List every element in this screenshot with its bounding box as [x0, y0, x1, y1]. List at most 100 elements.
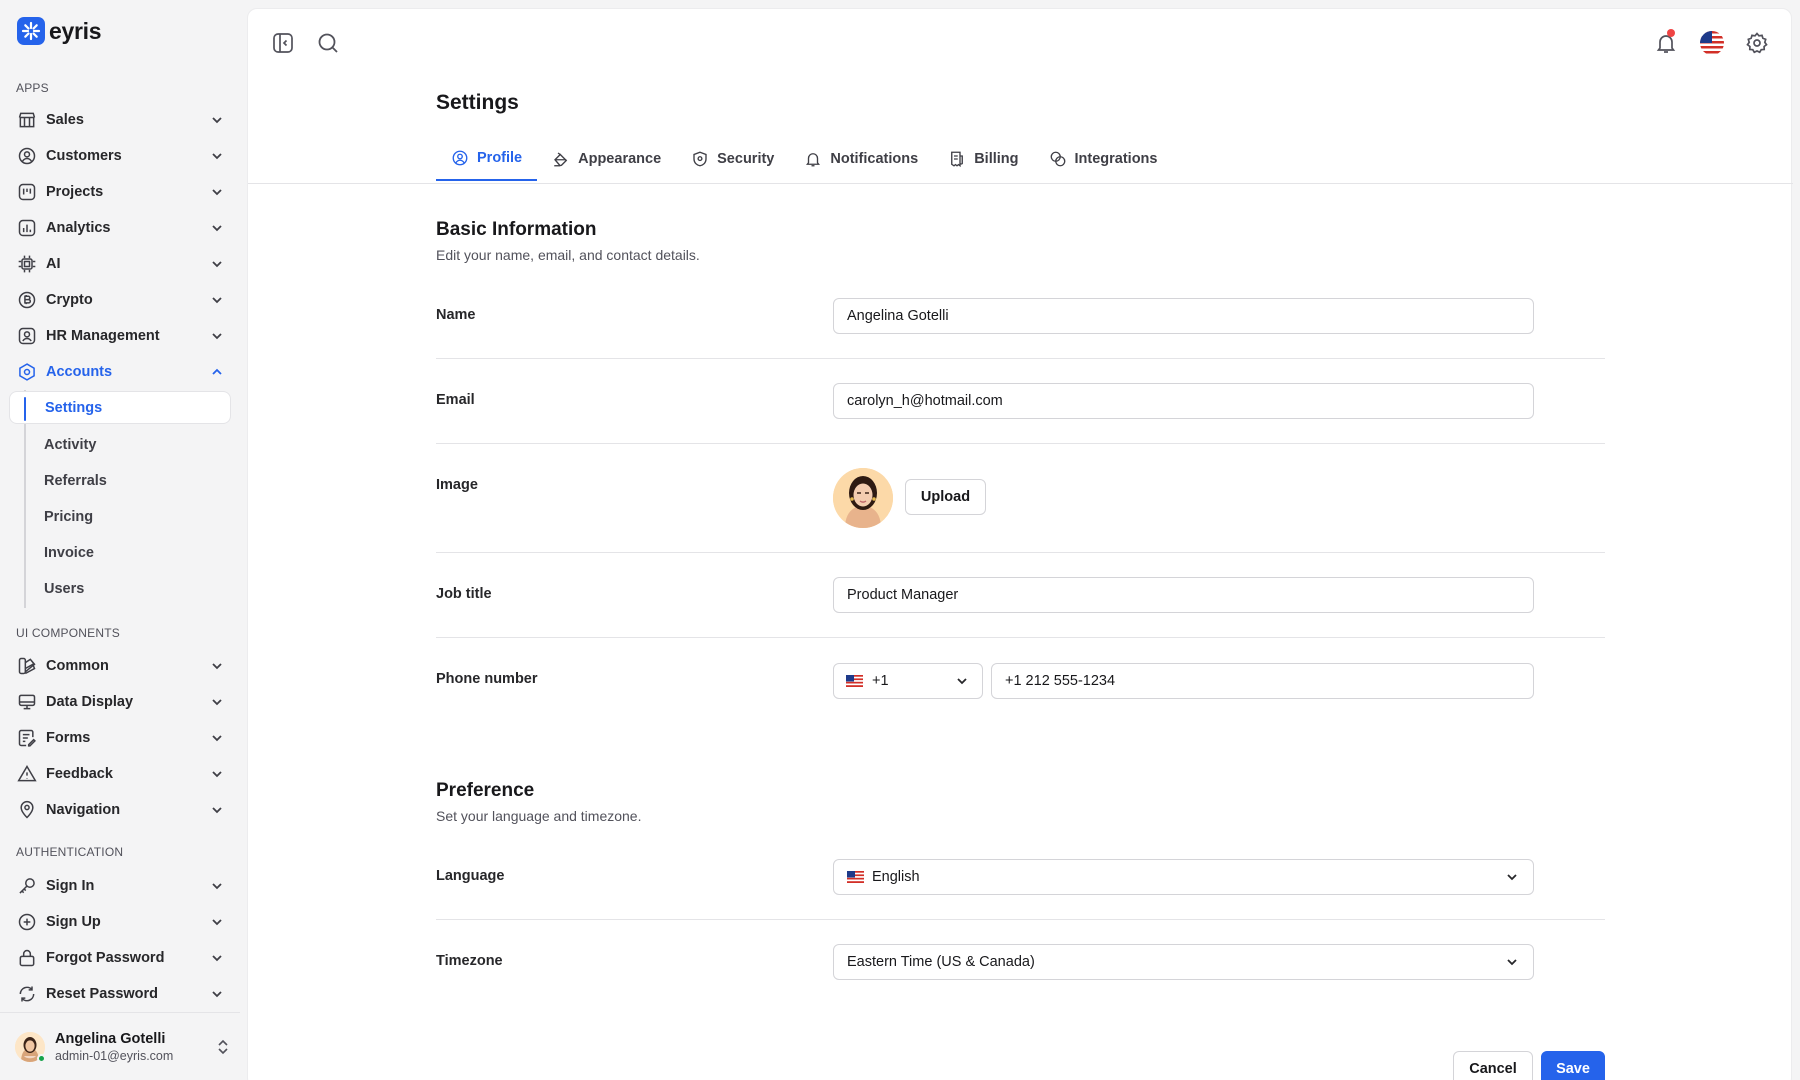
section-title-authentication: AUTHENTICATION — [16, 845, 124, 859]
language-value: English — [872, 869, 920, 885]
sidebar-item-reset-password[interactable]: Reset Password — [9, 978, 231, 1010]
tabs-divider — [248, 183, 1793, 184]
language-select[interactable]: English — [833, 859, 1534, 895]
sidebar-item-forms[interactable]: Forms — [9, 722, 231, 754]
sidebar-item-navigation[interactable]: Navigation — [9, 794, 231, 826]
country-code-value: +1 — [872, 673, 889, 689]
email-field[interactable]: carolyn_h@hotmail.com — [833, 383, 1534, 419]
tab-integrations[interactable]: Integrations — [1034, 137, 1173, 181]
job-title-field[interactable]: Product Manager — [833, 577, 1534, 613]
tab-appearance[interactable]: Appearance — [537, 137, 676, 181]
sidebar-item-label: Sign In — [46, 878, 95, 894]
email-value: carolyn_h@hotmail.com — [847, 393, 1003, 409]
sidebar-subitem-invoice[interactable]: Invoice — [30, 536, 230, 569]
bitcoin-icon — [18, 291, 36, 309]
phone-number-field[interactable]: +1 212 555-1234 — [991, 663, 1534, 699]
sidebar: eyris APPS Sales Customers Projects Anal… — [0, 0, 247, 1080]
name-label: Name — [436, 307, 476, 323]
sidebar-item-feedback[interactable]: Feedback — [9, 758, 231, 790]
cancel-button[interactable]: Cancel — [1453, 1051, 1533, 1080]
settings-tabs: Profile Appearance Security Notification… — [436, 137, 1172, 184]
chevron-down-icon — [212, 333, 222, 340]
row-divider — [436, 443, 1605, 444]
sidebar-item-data-display[interactable]: Data Display — [9, 686, 231, 718]
sidebar-item-sign-up[interactable]: Sign Up — [9, 906, 231, 938]
sidebar-subitem-activity[interactable]: Activity — [30, 428, 230, 461]
chevron-down-icon — [212, 699, 222, 706]
language-label: Language — [436, 868, 505, 884]
row-divider — [436, 358, 1605, 359]
us-flag-icon — [847, 871, 864, 883]
chevron-down-icon — [212, 883, 222, 890]
sidebar-divider — [0, 1012, 240, 1013]
sidebar-subitem-pricing[interactable]: Pricing — [30, 500, 230, 533]
chip-icon — [18, 255, 36, 273]
sidebar-item-label: HR Management — [46, 328, 160, 344]
sidebar-item-crypto[interactable]: Crypto — [9, 284, 231, 316]
user-menu[interactable]: Angelina Gotelli admin-01@eyris.com — [15, 1027, 230, 1067]
tab-label: Profile — [477, 150, 523, 166]
shapes-icon — [18, 657, 36, 675]
sidebar-item-label: Projects — [46, 184, 104, 200]
sidebar-item-accounts[interactable]: Accounts — [9, 356, 231, 388]
chevron-down-icon — [212, 663, 222, 670]
tab-notifications[interactable]: Notifications — [789, 137, 933, 181]
sidebar-item-label: Forms — [46, 730, 91, 746]
brand[interactable]: eyris — [17, 17, 102, 45]
sidebar-item-hr-management[interactable]: HR Management — [9, 320, 231, 352]
country-code-select[interactable]: +1 — [833, 663, 983, 699]
online-status-dot — [37, 1054, 46, 1063]
save-button[interactable]: Save — [1541, 1051, 1605, 1080]
chevron-down-icon — [212, 955, 222, 962]
section-title-apps: APPS — [16, 81, 49, 95]
user-email: admin-01@eyris.com — [55, 1049, 174, 1063]
bar-chart-icon — [18, 219, 36, 237]
sidebar-item-ai[interactable]: AI — [9, 248, 231, 280]
receipt-icon — [951, 151, 964, 168]
form-icon — [18, 729, 36, 747]
timezone-label: Timezone — [436, 953, 503, 969]
name-field[interactable]: Angelina Gotelli — [833, 298, 1534, 334]
timezone-select[interactable]: Eastern Time (US & Canada) — [833, 944, 1534, 980]
project-board-icon — [18, 183, 36, 201]
sidebar-subitem-settings[interactable]: Settings — [9, 391, 231, 424]
sidebar-subitem-referrals[interactable]: Referrals — [30, 464, 230, 497]
image-label: Image — [436, 477, 478, 493]
row-divider — [436, 552, 1605, 553]
gear-icon[interactable] — [1745, 31, 1769, 55]
shield-icon — [693, 151, 707, 167]
sidebar-item-sales[interactable]: Sales — [9, 104, 231, 136]
sidebar-toggle-icon[interactable] — [271, 31, 295, 55]
refresh-icon — [19, 986, 35, 1002]
storefront-icon — [18, 112, 36, 128]
tab-billing[interactable]: Billing — [933, 137, 1033, 181]
sidebar-item-projects[interactable]: Projects — [9, 176, 231, 208]
monitor-icon — [18, 694, 36, 710]
sidebar-item-customers[interactable]: Customers — [9, 140, 231, 172]
sidebar-item-label: Sales — [46, 112, 84, 128]
search-icon[interactable] — [316, 31, 340, 55]
sidebar-item-forgot-password[interactable]: Forgot Password — [9, 942, 231, 974]
section-description: Edit your name, email, and contact detai… — [436, 247, 700, 263]
sidebar-item-common[interactable]: Common — [9, 650, 231, 682]
sidebar-item-label: Accounts — [46, 364, 113, 380]
sidebar-item-sign-in[interactable]: Sign In — [9, 870, 231, 902]
warning-triangle-icon — [17, 765, 37, 782]
sidebar-item-label: AI — [46, 256, 61, 272]
sidebar-item-label: Crypto — [46, 292, 93, 308]
chevron-down-icon — [212, 771, 222, 778]
tab-profile[interactable]: Profile — [436, 137, 538, 181]
sidebar-item-analytics[interactable]: Analytics — [9, 212, 231, 244]
sidebar-item-label: Customers — [46, 148, 122, 164]
section-title-ui-components: UI COMPONENTS — [16, 626, 120, 640]
upload-button[interactable]: Upload — [905, 479, 986, 515]
submenu-active-indicator — [24, 397, 26, 421]
integrations-icon — [1050, 151, 1065, 167]
tab-security[interactable]: Security — [676, 137, 789, 181]
sidebar-subitem-users[interactable]: Users — [30, 572, 230, 605]
email-label: Email — [436, 392, 475, 408]
row-divider — [436, 637, 1605, 638]
us-flag-icon[interactable] — [1699, 30, 1725, 56]
job-title-label: Job title — [436, 586, 492, 602]
user-circle-icon — [452, 150, 468, 166]
